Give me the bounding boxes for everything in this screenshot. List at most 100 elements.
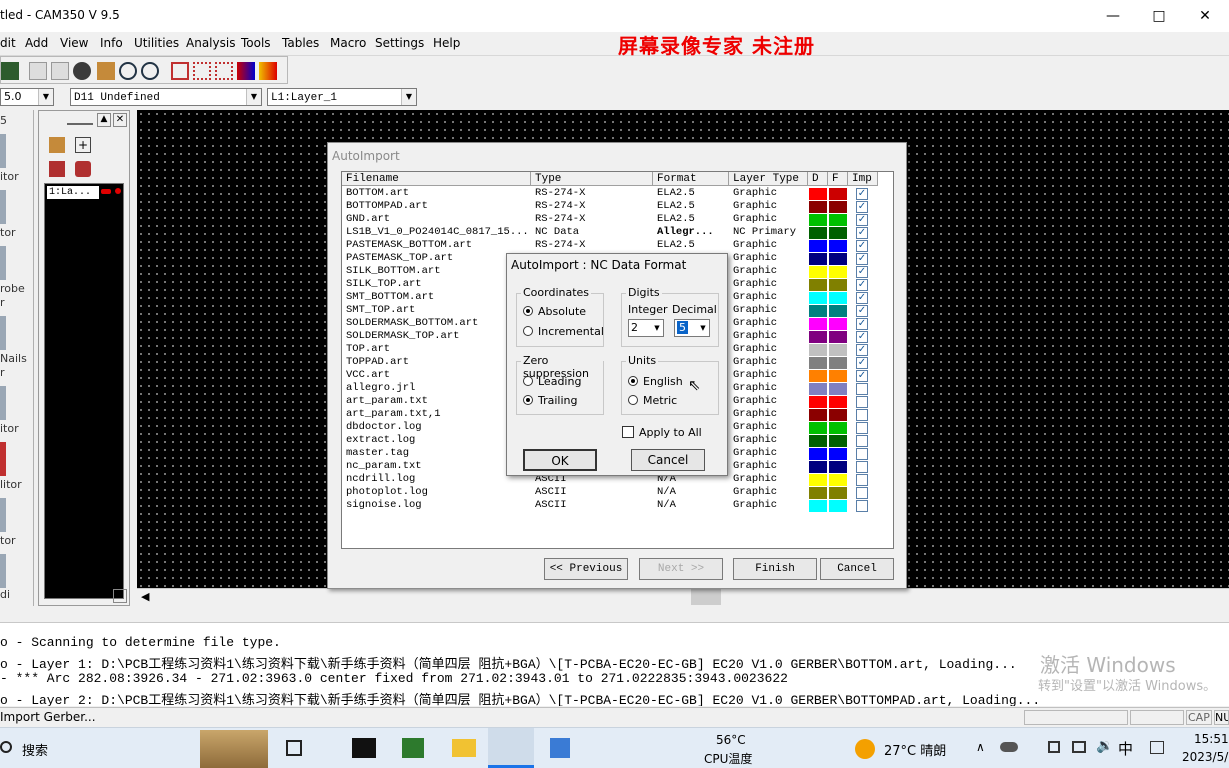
layer-paint-icon[interactable] (49, 137, 65, 153)
cancel-nc-button[interactable]: Cancel (631, 449, 705, 471)
folder-app-icon[interactable] (452, 739, 476, 757)
undo-icon[interactable] (29, 62, 47, 80)
close-button[interactable]: ✕ (1182, 0, 1228, 32)
draw-color-swatch[interactable] (809, 279, 827, 291)
menu-add[interactable]: Add (25, 36, 48, 50)
draw-color-swatch[interactable] (809, 201, 827, 213)
dcode-select[interactable]: D11 Undefined ▼ (70, 88, 262, 106)
import-checkbox[interactable]: ✓ (856, 227, 868, 239)
camera-icon[interactable] (73, 62, 91, 80)
draw-color-swatch[interactable] (809, 292, 827, 304)
scroll-left-icon[interactable]: ◀ (141, 590, 149, 603)
menu-tables[interactable]: Tables (282, 36, 319, 50)
menu-edit[interactable]: dit (0, 36, 16, 50)
tool-icon[interactable] (0, 134, 6, 168)
scroll-thumb[interactable] (691, 589, 721, 605)
draw-color-swatch[interactable] (809, 227, 827, 239)
decimal-select[interactable]: 5 ▼ (674, 319, 710, 337)
layer-tool-icon[interactable] (49, 161, 65, 177)
apply-to-all-checkbox[interactable] (622, 426, 634, 438)
metric-radio[interactable]: Metric (628, 394, 677, 407)
menu-help[interactable]: Help (433, 36, 460, 50)
maximize-button[interactable]: □ (1136, 0, 1182, 32)
flash-color-swatch[interactable] (829, 461, 847, 473)
draw-color-swatch[interactable] (809, 188, 827, 200)
import-checkbox[interactable] (856, 409, 868, 421)
english-radio[interactable]: English (628, 375, 683, 388)
zoom-in-icon[interactable] (119, 62, 137, 80)
tool-icon[interactable] (0, 386, 6, 420)
draw-color-swatch[interactable] (809, 214, 827, 226)
flash-color-swatch[interactable] (829, 318, 847, 330)
menu-settings[interactable]: Settings (375, 36, 424, 50)
taskbar-search[interactable]: 搜索 (22, 740, 48, 759)
draw-color-swatch[interactable] (809, 474, 827, 486)
import-checkbox[interactable]: ✓ (856, 188, 868, 200)
ok-button[interactable]: OK (523, 449, 597, 471)
draw-color-swatch[interactable] (809, 253, 827, 265)
import-checkbox[interactable]: ✓ (856, 344, 868, 356)
draw-color-swatch[interactable] (809, 370, 827, 382)
terminal-app-icon[interactable] (352, 738, 376, 758)
layer-visible-indicator[interactable] (115, 188, 121, 194)
draw-color-swatch[interactable] (809, 448, 827, 460)
search-icon[interactable] (0, 741, 12, 753)
integer-select[interactable]: 2 ▼ (628, 319, 664, 337)
ime-indicator[interactable]: 中 (1118, 738, 1133, 759)
panel-close-icon[interactable]: ✕ (113, 113, 127, 127)
draw-color-swatch[interactable] (809, 409, 827, 421)
draw-color-swatch[interactable] (809, 305, 827, 317)
chevron-down-icon[interactable]: ▼ (113, 589, 127, 603)
import-checkbox[interactable]: ✓ (856, 318, 868, 330)
cancel-button[interactable]: Cancel (820, 558, 894, 580)
column-header-layer-type[interactable]: Layer Type (729, 172, 808, 186)
column-header-type[interactable]: Type (531, 172, 653, 186)
import-checkbox[interactable]: ✓ (856, 292, 868, 304)
weather[interactable]: 27°C 晴朗 (884, 740, 946, 759)
draw-color-swatch[interactable] (809, 500, 827, 512)
flash-color-swatch[interactable] (829, 383, 847, 395)
tool-icon[interactable] (0, 246, 6, 280)
draw-color-swatch[interactable] (809, 487, 827, 499)
snap-grid-icon[interactable] (215, 62, 233, 80)
flash-color-swatch[interactable] (829, 305, 847, 317)
import-checkbox[interactable] (856, 487, 868, 499)
import-checkbox[interactable]: ✓ (856, 253, 868, 265)
column-header-filename[interactable]: Filename (342, 172, 531, 186)
trailing-radio[interactable]: Trailing (523, 394, 578, 407)
import-checkbox[interactable]: ✓ (856, 279, 868, 291)
flash-color-swatch[interactable] (829, 266, 847, 278)
flash-color-swatch[interactable] (829, 435, 847, 447)
flash-color-swatch[interactable] (829, 487, 847, 499)
chevron-up-icon[interactable]: ∧ (976, 740, 985, 754)
import-checkbox[interactable]: ✓ (856, 305, 868, 317)
flash-color-swatch[interactable] (829, 240, 847, 252)
import-checkbox[interactable] (856, 500, 868, 512)
import-checkbox[interactable]: ✓ (856, 370, 868, 382)
minimize-button[interactable]: — (1090, 0, 1136, 32)
import-checkbox[interactable] (856, 474, 868, 486)
zoom-select[interactable]: 5.0 ▼ (0, 88, 54, 106)
import-checkbox[interactable] (856, 448, 868, 460)
clock-time[interactable]: 15:51 (1194, 732, 1229, 746)
flash-color-swatch[interactable] (829, 214, 847, 226)
network-icon[interactable] (1072, 741, 1086, 753)
panel-minimize-icon[interactable]: ▲ (97, 113, 111, 127)
import-checkbox[interactable] (856, 396, 868, 408)
cloud-icon[interactable] (1000, 742, 1018, 752)
tool-icon[interactable] (0, 316, 6, 350)
previous-button[interactable]: << Previous (544, 558, 628, 580)
draw-color-swatch[interactable] (809, 461, 827, 473)
layers-icon[interactable] (259, 62, 277, 80)
keyboard-icon[interactable] (1150, 741, 1164, 754)
tool-icon[interactable] (0, 190, 6, 224)
flash-color-swatch[interactable] (829, 422, 847, 434)
import-checkbox[interactable] (856, 383, 868, 395)
menu-view[interactable]: View (60, 36, 88, 50)
layer-item[interactable]: 1:La... (47, 186, 99, 199)
snap-icon[interactable] (193, 62, 211, 80)
grid-icon[interactable] (171, 62, 189, 80)
draw-color-swatch[interactable] (809, 435, 827, 447)
flash-color-swatch[interactable] (829, 253, 847, 265)
flash-color-swatch[interactable] (829, 292, 847, 304)
